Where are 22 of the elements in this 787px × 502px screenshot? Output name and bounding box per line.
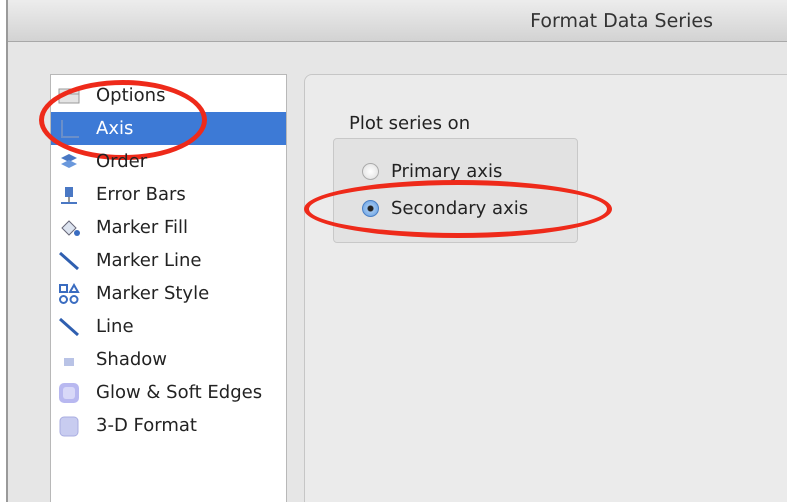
radio-button[interactable] [362, 200, 379, 217]
marker-style-icon [57, 282, 81, 306]
shadow-icon [64, 358, 74, 366]
sidebar-item[interactable]: Marker Fill [51, 211, 286, 244]
window-title: Format Data Series [530, 10, 713, 32]
sidebar-item[interactable]: Line [51, 310, 286, 343]
sidebar-item[interactable]: Glow & Soft Edges [51, 376, 286, 409]
sidebar-item[interactable]: Axis [51, 112, 286, 145]
sidebar-item[interactable]: 3-D Format [51, 409, 286, 442]
sidebar-item[interactable]: Shadow [51, 343, 286, 376]
radio-option[interactable]: Secondary axis [334, 190, 577, 227]
sidebar-item[interactable]: Error Bars [51, 178, 286, 211]
radio-button[interactable] [362, 163, 379, 180]
option-label: Primary axis [391, 161, 502, 182]
radio-option[interactable]: Primary axis [334, 153, 577, 190]
cube-icon [57, 414, 81, 438]
group-label: Plot series on [349, 113, 472, 134]
sidebar-item[interactable]: Marker Line [51, 244, 286, 277]
option-label: Secondary axis [391, 198, 528, 219]
sidebar-item[interactable]: Options [51, 79, 286, 112]
sidebar-item[interactable]: Marker Style [51, 277, 286, 310]
glow-icon [57, 380, 81, 404]
